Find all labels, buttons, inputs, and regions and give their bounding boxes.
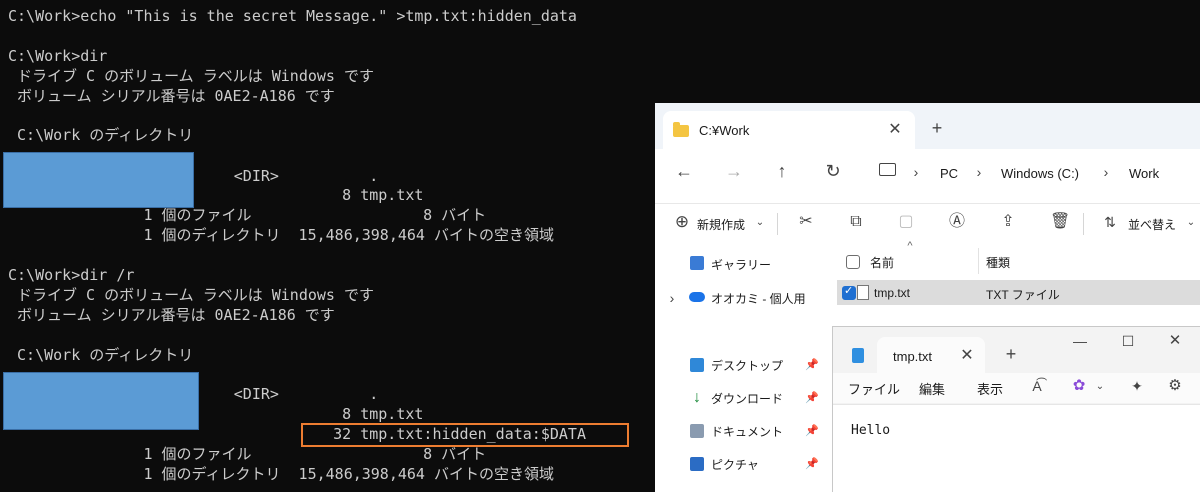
paste-icon[interactable]: ▢ <box>898 214 914 230</box>
breadcrumb-drive[interactable]: Windows (C:) <box>1001 166 1079 181</box>
minimize-icon[interactable]: — <box>1073 333 1087 349</box>
notepad-tab[interactable]: tmp.txt ✕ <box>877 337 985 373</box>
new-tab-icon[interactable]: + <box>1003 345 1019 363</box>
sparkle-icon[interactable]: ✦ <box>1129 378 1145 394</box>
rename-icon[interactable]: Ⓐ <box>949 214 965 230</box>
chevron-down-icon[interactable]: ⌄ <box>1186 215 1196 231</box>
chevron-down-icon[interactable]: ⌄ <box>1095 379 1105 395</box>
file-checkbox[interactable] <box>842 284 856 300</box>
console-line: 1 個のディレクトリ 15,486,398,464 バイトの空き領域 <box>8 226 554 244</box>
menu-edit[interactable]: 編集 <box>919 379 945 398</box>
explorer-sidebar: ギャラリー › オオカミ - 個人用 デスクトップ 📌 ↓ ダウンロード 📌 ド… <box>655 244 833 492</box>
breadcrumb-pc[interactable]: PC <box>940 166 958 181</box>
console-line: 1 個のファイル 8 バイト <box>8 445 487 463</box>
document-icon <box>690 424 704 438</box>
select-all-checkbox[interactable] <box>846 255 860 269</box>
file-type: TXT ファイル <box>986 288 1060 302</box>
column-divider <box>978 248 979 274</box>
sort-icon[interactable]: ⇅ <box>1102 214 1118 230</box>
close-tab-icon[interactable]: ✕ <box>887 122 903 138</box>
menu-view[interactable]: 表示 <box>977 379 1003 398</box>
console-line: ボリューム シリアル番号は 0AE2-A186 です <box>8 306 335 324</box>
back-icon[interactable]: ← <box>675 162 693 180</box>
console-line: ボリューム シリアル番号は 0AE2-A186 です <box>8 87 335 105</box>
console-line: ドライブ C のボリューム ラベルは Windows です <box>8 67 374 85</box>
console-line: C:\Work>dir /r <box>8 266 135 284</box>
console-line: C:\Work>echo "This is the secret Message… <box>8 7 577 25</box>
delete-icon[interactable]: 🗑 <box>1050 214 1070 230</box>
console-line: C:\Work のディレクトリ <box>8 346 194 364</box>
pin-icon[interactable]: 📌 <box>805 357 819 373</box>
notepad-menubar: ファイル 編集 表示 A͡ ✿ ⌄ ✦ ⚙ <box>833 373 1200 403</box>
sidebar-item-documents[interactable]: ドキュメント <box>711 423 783 440</box>
explorer-navbar: ← → ↑ ↻ › PC › Windows (C:) › Work <box>655 149 1200 199</box>
maximize-icon[interactable]: ☐ <box>1121 333 1135 349</box>
close-window-icon[interactable]: ✕ <box>1168 333 1182 349</box>
column-header-type[interactable]: 種類 <box>986 254 1010 271</box>
console-line: C:\Work のディレクトリ <box>8 126 194 144</box>
pin-icon[interactable]: 📌 <box>805 423 819 439</box>
toolbar-separator <box>777 213 778 235</box>
cloud-icon <box>689 292 705 302</box>
command-prompt-window[interactable]: C:\Work>echo "This is the secret Message… <box>0 0 660 492</box>
desktop-screenshot: C:\Work>echo "This is the secret Message… <box>0 0 1200 492</box>
breadcrumb-work[interactable]: Work <box>1129 166 1159 181</box>
chevron-right-icon: › <box>1103 164 1109 180</box>
forward-icon[interactable]: → <box>725 162 743 180</box>
copilot-icon[interactable]: ✿ <box>1071 378 1087 394</box>
file-name[interactable]: tmp.txt <box>874 286 910 300</box>
chevron-right-icon[interactable]: › <box>667 290 677 306</box>
sidebar-item-pictures[interactable]: ピクチャ <box>711 456 759 473</box>
sidebar-item-desktop[interactable]: デスクトップ <box>711 357 783 374</box>
pin-icon[interactable]: 📌 <box>805 456 819 472</box>
copy-icon[interactable]: ⧉ <box>848 214 864 230</box>
folder-icon <box>673 122 689 137</box>
close-tab-icon[interactable]: ✕ <box>959 348 975 364</box>
new-tab-icon[interactable]: + <box>929 119 945 137</box>
sidebar-item-downloads[interactable]: ダウンロード <box>711 390 783 407</box>
toolbar-separator <box>1083 213 1084 235</box>
explorer-titlebar: C:¥Work ✕ + <box>655 103 1200 149</box>
text-file-icon <box>857 285 869 300</box>
chevron-right-icon: › <box>976 164 982 180</box>
gallery-icon <box>690 256 704 270</box>
gear-icon[interactable]: ⚙ <box>1167 378 1183 394</box>
share-icon[interactable]: ⇪ <box>1000 214 1016 230</box>
refresh-icon[interactable]: ↻ <box>825 162 841 180</box>
new-button[interactable]: 新規作成 <box>697 216 745 233</box>
sidebar-item-onedrive[interactable]: オオカミ - 個人用 <box>711 290 806 307</box>
redaction-block <box>3 372 199 430</box>
notepad-window[interactable]: tmp.txt ✕ + — ☐ ✕ ファイル 編集 表示 A͡ ✿ ⌄ ✦ ⚙ … <box>832 326 1200 492</box>
editor-text: Hello <box>851 423 891 438</box>
new-plus-icon[interactable]: ⊕ <box>673 213 691 230</box>
redaction-block <box>3 152 194 208</box>
sort-button[interactable]: 並べ替え <box>1128 216 1176 233</box>
sidebar-item-gallery[interactable]: ギャラリー <box>711 256 771 273</box>
notepad-tab-title: tmp.txt <box>893 349 933 364</box>
pc-icon <box>879 163 896 176</box>
font-settings-icon[interactable]: A͡ <box>1029 378 1045 394</box>
pin-icon[interactable]: 📌 <box>805 390 819 406</box>
console-line: 1 個のディレクトリ 15,486,398,464 バイトの空き領域 <box>8 465 554 483</box>
explorer-tab[interactable]: C:¥Work ✕ <box>663 111 915 149</box>
explorer-tab-title: C:¥Work <box>699 123 750 138</box>
pictures-icon <box>690 457 704 471</box>
cut-icon[interactable]: ✂ <box>798 214 814 230</box>
console-line: ドライブ C のボリューム ラベルは Windows です <box>8 286 374 304</box>
console-line: 1 個のファイル 8 バイト <box>8 206 487 224</box>
download-icon: ↓ <box>693 389 701 406</box>
notepad-app-icon <box>852 348 864 363</box>
highlight-box <box>301 423 629 447</box>
sort-asc-icon: ^ <box>907 240 913 252</box>
console-line: C:\Work>dir <box>8 47 108 65</box>
menu-file[interactable]: ファイル <box>848 379 900 398</box>
chevron-right-icon: › <box>913 164 919 180</box>
up-icon[interactable]: ↑ <box>774 162 790 180</box>
notepad-editor[interactable]: Hello <box>833 404 1200 492</box>
desktop-icon <box>690 358 704 372</box>
column-header-name[interactable]: 名前 <box>870 254 894 271</box>
chevron-down-icon[interactable]: ⌄ <box>755 215 765 231</box>
